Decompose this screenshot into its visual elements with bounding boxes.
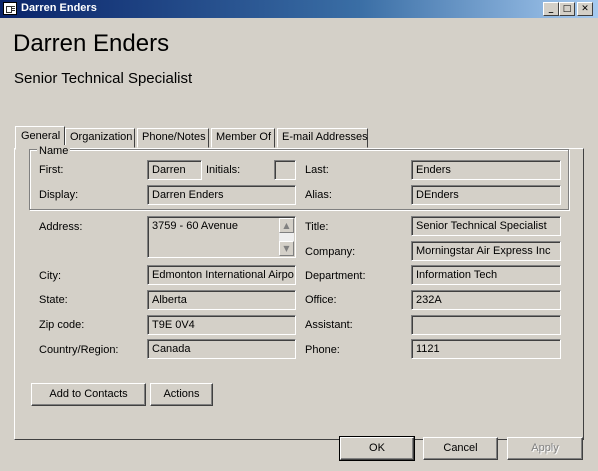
state-label: State: <box>39 294 68 306</box>
country-region-label: Country/Region: <box>39 344 119 356</box>
address-scrollbar[interactable]: ▲ ▼ <box>279 218 294 256</box>
contact-name-heading: Darren Enders <box>13 30 170 57</box>
display-name-label: Display: <box>39 189 79 201</box>
tab-phone-notes[interactable]: Phone/Notes <box>137 128 209 148</box>
last-name-field[interactable]: Enders <box>411 160 561 180</box>
tab-organization[interactable]: Organization <box>65 128 135 148</box>
office-label: Office: <box>305 294 337 306</box>
display-name-field[interactable]: Darren Enders <box>147 185 296 205</box>
title-field[interactable]: Senior Technical Specialist <box>411 216 561 236</box>
title-label: Title: <box>305 221 329 233</box>
contact-job-title: Senior Technical Specialist <box>14 70 193 87</box>
name-group-label: Name <box>37 145 71 157</box>
company-field[interactable]: Morningstar Air Express Inc <box>411 241 561 261</box>
zip-code-label: Zip code: <box>39 319 85 331</box>
actions-button[interactable]: Actions <box>150 383 213 406</box>
tab-email-addresses[interactable]: E-mail Addresses <box>277 128 368 148</box>
title-bar[interactable]: Darren Enders _ □ ✕ <box>0 0 598 18</box>
apply-button[interactable]: Apply <box>507 437 583 460</box>
maximize-button[interactable]: □ <box>559 2 575 16</box>
first-name-field[interactable]: Darren <box>147 160 202 180</box>
assistant-field[interactable] <box>411 315 561 335</box>
minimize-button[interactable]: _ <box>543 2 559 16</box>
country-region-field[interactable]: Canada <box>147 339 296 359</box>
cancel-button[interactable]: Cancel <box>423 437 498 460</box>
phone-field[interactable]: 1121 <box>411 339 561 359</box>
company-label: Company: <box>305 246 356 258</box>
tab-member-of[interactable]: Member Of <box>211 128 275 148</box>
city-field[interactable]: Edmonton International Airpo <box>147 265 296 285</box>
city-label: City: <box>39 270 61 282</box>
alias-label: Alias: <box>305 189 332 201</box>
address-field[interactable]: 3759 - 60 Avenue <box>147 216 296 258</box>
zip-code-field[interactable]: T9E 0V4 <box>147 315 296 335</box>
state-field[interactable]: Alberta <box>147 290 296 310</box>
initials-field[interactable] <box>274 160 296 180</box>
initials-label: Initials: <box>206 164 241 176</box>
add-to-contacts-button[interactable]: Add to Contacts <box>31 383 146 406</box>
office-field[interactable]: 232A <box>411 290 561 310</box>
dialog-body: Darren Enders Senior Technical Specialis… <box>0 18 598 471</box>
last-name-label: Last: <box>305 164 329 176</box>
first-name-label: First: <box>39 164 64 176</box>
department-field[interactable]: Information Tech <box>411 265 561 285</box>
ok-button[interactable]: OK <box>339 436 415 461</box>
scroll-down-arrow-icon[interactable]: ▼ <box>279 241 294 256</box>
department-label: Department: <box>305 270 366 282</box>
close-button[interactable]: ✕ <box>577 2 593 16</box>
scroll-up-arrow-icon[interactable]: ▲ <box>279 218 294 233</box>
assistant-label: Assistant: <box>305 319 353 331</box>
contact-card-icon[interactable] <box>3 2 17 15</box>
alias-field[interactable]: DEnders <box>411 185 561 205</box>
address-label: Address: <box>39 221 83 233</box>
phone-label: Phone: <box>305 344 340 356</box>
window-title: Darren Enders <box>21 2 97 14</box>
